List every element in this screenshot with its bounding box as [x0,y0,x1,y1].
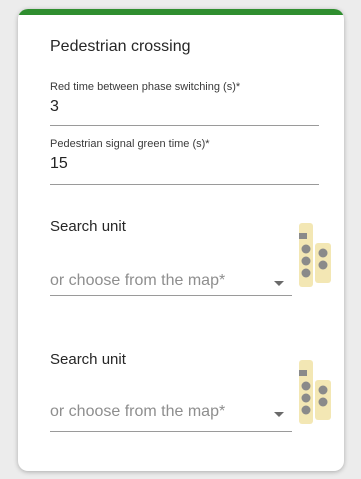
pedestrian-crossing-panel: Pedestrian crossing Red time between pha… [18,9,344,471]
unit-select-1-underline [50,295,292,296]
search-unit-heading-1: Search unit [50,218,126,235]
green-time-label: Pedestrian signal green time (s)* [50,138,210,150]
green-time-input[interactable]: 15 [50,155,68,173]
chevron-down-icon[interactable] [274,412,284,417]
search-unit-heading-2: Search unit [50,351,126,368]
red-time-label: Red time between phase switching (s)* [50,81,241,93]
unit-select-2[interactable]: or choose from the map* [50,403,225,421]
red-time-underline [50,125,319,126]
unit-select-1[interactable]: or choose from the map* [50,272,225,290]
green-time-underline [50,184,319,185]
unit-select-2-underline [50,431,292,432]
red-time-input[interactable]: 3 [50,98,59,116]
traffic-light-icon[interactable] [295,358,335,428]
chevron-down-icon[interactable] [274,281,284,286]
panel-accent-bar [18,9,344,15]
traffic-light-icon[interactable] [295,221,335,291]
panel-title: Pedestrian crossing [50,38,191,55]
